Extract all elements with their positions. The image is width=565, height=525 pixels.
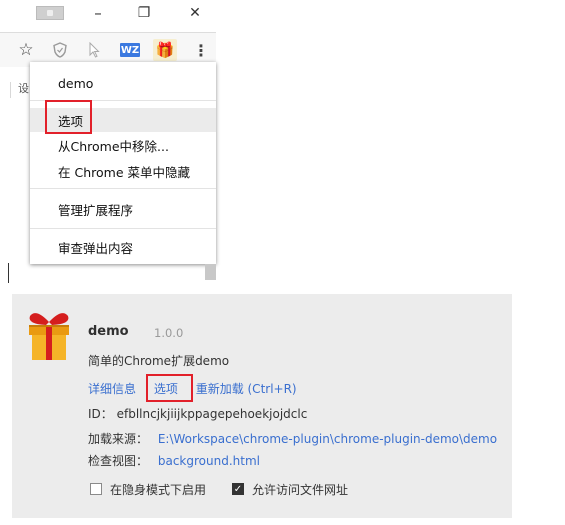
address-bar-edge: [10, 82, 11, 98]
chrome-menu-icon[interactable]: ⋮: [193, 39, 209, 61]
inspect-label: 检查视图：: [88, 454, 149, 468]
menu-divider: [30, 188, 216, 189]
gift-extension-icon[interactable]: 🎁: [153, 39, 177, 61]
restore-button[interactable]: ❐: [134, 2, 154, 24]
source-path-link[interactable]: E:\Workspace\chrome-plugin\chrome-plugin…: [158, 432, 497, 446]
reload-link[interactable]: 重新加载 (Ctrl+R): [196, 382, 297, 396]
menu-item-hide[interactable]: 在 Chrome 菜单中隐藏: [30, 160, 216, 182]
minimize-button[interactable]: –: [88, 2, 108, 24]
options-link-highlight: [146, 374, 193, 402]
close-button[interactable]: ✕: [185, 2, 205, 24]
gift-box-icon: [26, 308, 72, 364]
extension-id-row: ID： efbllncjkjiijkppagepehoekjojdclc: [88, 405, 307, 422]
menu-item-manage-extensions[interactable]: 管理扩展程序: [30, 198, 216, 220]
menu-item-extension-name[interactable]: demo: [30, 72, 216, 94]
menu-item-remove[interactable]: 从Chrome中移除...: [30, 134, 216, 156]
extension-context-menu: demo 选项 从Chrome中移除... 在 Chrome 菜单中隐藏 管理扩…: [30, 62, 216, 264]
inspect-views-row: 检查视图： background.html: [88, 452, 260, 469]
extension-description: 简单的Chrome扩展demo: [88, 354, 230, 368]
id-label: ID：: [88, 407, 113, 421]
details-link[interactable]: 详细信息: [88, 382, 136, 396]
menu-options-highlight: [45, 100, 92, 134]
source-label: 加载来源：: [88, 432, 149, 446]
background-page-link[interactable]: background.html: [158, 454, 260, 468]
cursor-extension-icon[interactable]: [86, 39, 102, 61]
incognito-checkbox[interactable]: [90, 483, 102, 495]
scrollbar-thumb[interactable]: [205, 264, 216, 280]
id-value: efbllncjkjiijkppagepehoekjojdclc: [116, 407, 308, 421]
incognito-label: 在隐身模式下启用: [110, 483, 207, 497]
bookmark-star-icon[interactable]: ☆: [16, 39, 36, 61]
load-source-row: 加载来源： E:\Workspace\chrome-plugin\chrome-…: [88, 430, 497, 447]
menu-item-inspect-popup[interactable]: 审查弹出内容: [30, 236, 216, 258]
extension-name: demo: [88, 324, 129, 339]
clipped-page-text: 设: [18, 82, 29, 95]
profile-icon[interactable]: [36, 6, 64, 20]
wz-extension-icon[interactable]: WZ: [120, 43, 140, 57]
file-access-checkbox[interactable]: ✓: [232, 483, 244, 495]
file-access-label: 允许访问文件网址: [252, 483, 349, 497]
extension-version: 1.0.0: [154, 326, 184, 340]
text-cursor: [8, 263, 9, 283]
shield-icon[interactable]: [50, 39, 70, 61]
menu-divider: [30, 228, 216, 229]
